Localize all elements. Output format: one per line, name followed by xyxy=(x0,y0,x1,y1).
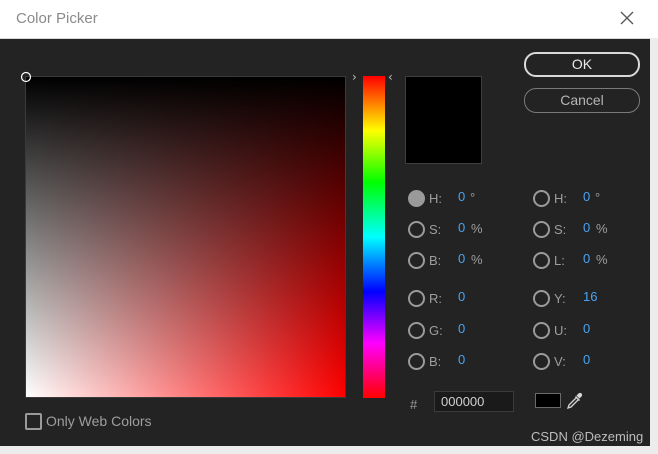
hsl-hue-label: H: xyxy=(554,191,567,206)
hsl-saturation-value[interactable]: 0 xyxy=(583,220,590,235)
rgb-red-value[interactable]: 0 xyxy=(458,289,465,304)
hsb-saturation-radio[interactable] xyxy=(408,221,425,238)
yuv-y-value[interactable]: 16 xyxy=(583,289,597,304)
yuv-v-value[interactable]: 0 xyxy=(583,352,590,367)
hsb-brightness-value[interactable]: 0 xyxy=(458,251,465,266)
color-field-marker[interactable] xyxy=(20,71,32,83)
hsb-hue-label: H: xyxy=(429,191,442,206)
eyedropper-icon xyxy=(566,392,583,410)
hue-slider[interactable] xyxy=(363,76,385,398)
hsb-saturation-label: S: xyxy=(429,222,442,237)
yuv-y-label: Y: xyxy=(554,291,566,306)
hsb-brightness-label: B: xyxy=(429,253,442,268)
close-button[interactable] xyxy=(612,6,642,32)
original-color-swatch[interactable] xyxy=(406,121,481,163)
hsl-saturation-radio[interactable] xyxy=(533,221,550,238)
hsl-saturation-unit: % xyxy=(596,221,608,236)
yuv-v-label: V: xyxy=(554,354,566,369)
hsl-lightness-label: L: xyxy=(554,253,565,268)
hex-hash-label: # xyxy=(410,397,418,412)
window-edge-right xyxy=(650,38,658,454)
yuv-u-value[interactable]: 0 xyxy=(583,321,590,336)
title-bar: Color Picker xyxy=(0,0,658,39)
color-picker-dialog: Color Picker › ‹ OK Cancel H: 0 ° S: 0 %… xyxy=(0,0,658,454)
hsl-hue-unit: ° xyxy=(595,190,601,205)
close-icon xyxy=(620,11,634,25)
hsl-lightness-radio[interactable] xyxy=(533,252,550,269)
rgb-green-value[interactable]: 0 xyxy=(458,321,465,336)
hsb-hue-unit: ° xyxy=(470,190,476,205)
rgb-blue-label: B: xyxy=(429,354,442,369)
rgb-red-label: R: xyxy=(429,291,442,306)
new-color-swatch xyxy=(406,77,481,122)
hue-slider-right-arrow[interactable]: ‹ xyxy=(388,70,393,84)
only-web-colors-checkbox[interactable] xyxy=(25,413,42,430)
hsb-saturation-value[interactable]: 0 xyxy=(458,220,465,235)
color-field-gradient xyxy=(26,77,345,397)
yuv-u-label: U: xyxy=(554,323,567,338)
window-title: Color Picker xyxy=(16,10,98,27)
eyedropper-button[interactable] xyxy=(565,391,585,411)
rgb-red-radio[interactable] xyxy=(408,290,425,307)
rgb-green-label: G: xyxy=(429,323,443,338)
rgb-blue-radio[interactable] xyxy=(408,353,425,370)
color-preview xyxy=(405,76,482,164)
watermark: CSDN @Dezeming xyxy=(531,429,644,444)
hsl-hue-radio[interactable] xyxy=(533,190,550,207)
hsb-saturation-unit: % xyxy=(471,221,483,236)
hsl-lightness-value[interactable]: 0 xyxy=(583,251,590,266)
hsb-brightness-unit: % xyxy=(471,252,483,267)
current-color-swatch xyxy=(535,393,561,408)
hsl-hue-value[interactable]: 0 xyxy=(583,189,590,204)
hex-input[interactable]: 000000 xyxy=(434,391,514,412)
ok-button[interactable]: OK xyxy=(524,52,640,77)
hsl-saturation-label: S: xyxy=(554,222,567,237)
cancel-button[interactable]: Cancel xyxy=(524,88,640,113)
only-web-colors-label: Only Web Colors xyxy=(46,413,152,429)
hsb-hue-radio[interactable] xyxy=(408,190,425,207)
color-field[interactable] xyxy=(20,71,346,398)
rgb-green-radio[interactable] xyxy=(408,322,425,339)
hsb-hue-value[interactable]: 0 xyxy=(458,189,465,204)
rgb-blue-value[interactable]: 0 xyxy=(458,352,465,367)
yuv-u-radio[interactable] xyxy=(533,322,550,339)
window-edge-bottom xyxy=(0,446,658,454)
hsb-brightness-radio[interactable] xyxy=(408,252,425,269)
hsl-lightness-unit: % xyxy=(596,252,608,267)
hue-slider-left-arrow[interactable]: › xyxy=(352,70,357,84)
yuv-y-radio[interactable] xyxy=(533,290,550,307)
yuv-v-radio[interactable] xyxy=(533,353,550,370)
